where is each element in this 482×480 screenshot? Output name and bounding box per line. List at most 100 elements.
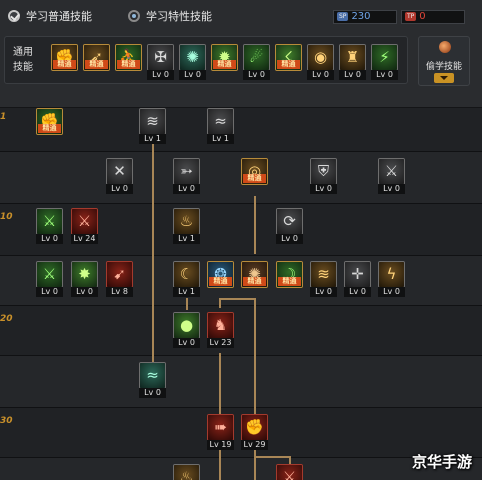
skill-level: Lv 0 — [243, 70, 270, 80]
tab-learn-normal-skills[interactable]: 学习普通技能 — [8, 9, 92, 25]
skill-slot[interactable]: ✠ Lv 0 — [147, 44, 174, 80]
wave-slash-icon[interactable]: ≈ — [207, 108, 234, 135]
skill-slot[interactable]: ✹ 精通 — [211, 44, 238, 79]
warrior-icon[interactable]: ♜ — [339, 44, 366, 71]
skill-slot[interactable]: ✊ 精通 — [36, 108, 63, 143]
skill-slot[interactable]: ☄ Lv 0 — [243, 44, 270, 80]
tab-learn-trait-skills[interactable]: 学习特性技能 — [128, 9, 212, 25]
pierce-icon[interactable]: ➳ — [173, 158, 200, 185]
strike-icon[interactable]: ☇ 精通 — [275, 44, 302, 71]
skill-slot[interactable]: ♞ Lv 23 — [207, 312, 234, 348]
skill-slot[interactable]: ϟ Lv 0 — [378, 261, 405, 297]
skill-glyph: ♞ — [208, 313, 233, 338]
skill-level: Lv 29 — [241, 440, 268, 450]
green-sword-icon[interactable]: ⚔ — [36, 208, 63, 235]
skill-glyph: ϟ — [379, 262, 404, 287]
skill-slot[interactable]: ➹ Lv 8 — [106, 261, 133, 297]
green-blade-icon[interactable]: ⚔ — [36, 261, 63, 288]
moon-slash-icon[interactable]: ☾ — [173, 261, 200, 288]
skill-slot[interactable]: ♨ — [173, 464, 200, 480]
skill-slot[interactable]: ♜ Lv 0 — [339, 44, 366, 80]
flame-icon[interactable]: ♨ — [173, 464, 200, 480]
skill-slot[interactable]: ⚔ Lv 0 — [36, 261, 63, 297]
skill-slot[interactable]: ☇ 精通 — [275, 44, 302, 79]
muscle-icon[interactable]: ✊ 精通 — [51, 44, 78, 71]
row-divider — [0, 355, 482, 356]
wings-icon[interactable]: ✠ — [147, 44, 174, 71]
claw-slash-icon[interactable]: ≋ — [139, 108, 166, 135]
thunder-icon[interactable]: ϟ — [378, 261, 405, 288]
leap-icon[interactable]: ☄ — [243, 44, 270, 71]
dash-icon[interactable]: ➶ 精通 — [83, 44, 110, 71]
red-lance-icon[interactable]: ➹ — [106, 261, 133, 288]
dropdown-arrow-icon[interactable] — [434, 73, 454, 83]
skill-level: Lv 0 — [36, 234, 63, 244]
ring-icon[interactable]: ◉ — [307, 44, 334, 71]
skill-slot[interactable]: ♨ Lv 1 — [173, 208, 200, 244]
skill-window-header: 学习普通技能 学习特性技能 SP 230 TP 0 通用技能 ✊ 精通 ➶ 精通 ⛹ 精通 ✠ L… — [0, 0, 482, 108]
skill-slot[interactable]: ✛ Lv 0 — [344, 261, 371, 297]
flame-burst-icon[interactable]: ♨ — [173, 208, 200, 235]
crescent-icon[interactable]: ☽ 精通 — [276, 261, 303, 288]
fire-fist-icon[interactable]: ✊ — [241, 414, 268, 441]
skill-slot[interactable]: ⛹ 精通 — [115, 44, 142, 79]
skill-slot[interactable]: ≈ Lv 1 — [207, 108, 234, 144]
steal-skills-button[interactable]: 偷学技能 — [418, 36, 470, 86]
green-spark-icon[interactable]: ✸ — [71, 261, 98, 288]
guard-icon[interactable]: ⛨ — [310, 158, 337, 185]
skill-slot[interactable]: ≋ Lv 0 — [310, 261, 337, 297]
skill-slot[interactable]: ◉ Lv 0 — [307, 44, 334, 80]
fire-dash-icon[interactable]: ➠ — [207, 414, 234, 441]
shield-bash-icon[interactable]: ✊ 精通 — [36, 108, 63, 135]
skill-slot[interactable]: ✊ Lv 29 — [241, 414, 268, 450]
red-sword-icon[interactable]: ⚔ — [71, 208, 98, 235]
tree-row — [0, 305, 482, 355]
green-orb-icon[interactable]: ● — [173, 312, 200, 339]
star-burst-icon[interactable]: ✹ 精通 — [211, 44, 238, 71]
skill-slot[interactable]: ● Lv 0 — [173, 312, 200, 348]
berserker-icon[interactable]: ♞ — [207, 312, 234, 339]
cross-blade-icon[interactable]: ✛ — [344, 261, 371, 288]
green-whirl-icon[interactable]: ≈ — [139, 362, 166, 389]
whirl-icon[interactable]: ◎ 精通 — [241, 158, 268, 185]
jump-icon[interactable]: ⚡ — [371, 44, 398, 71]
skill-glyph: ≈ — [208, 109, 233, 134]
skill-slot[interactable]: ✊ 精通 — [51, 44, 78, 79]
compass-icon[interactable]: ✺ — [179, 44, 206, 71]
skill-level: Lv 1 — [139, 134, 166, 144]
skill-slot[interactable]: ✕ Lv 0 — [106, 158, 133, 194]
skill-glyph: ⚔ — [72, 209, 97, 234]
spiral-icon[interactable]: ⟳ — [276, 208, 303, 235]
skill-slot[interactable]: ≈ Lv 0 — [139, 362, 166, 398]
skill-slot[interactable]: ⛨ Lv 0 — [310, 158, 337, 194]
skill-slot[interactable]: ⟳ Lv 0 — [276, 208, 303, 244]
blue-aura-icon[interactable]: ❂ 精通 — [207, 261, 234, 288]
skill-slot[interactable]: ⚡ Lv 0 — [371, 44, 398, 80]
skill-slot[interactable]: ✸ Lv 0 — [71, 261, 98, 297]
skill-slot[interactable]: ◎ 精通 — [241, 158, 268, 193]
skill-slot[interactable]: ⚔ — [276, 464, 303, 480]
skill-slot[interactable]: ➠ Lv 19 — [207, 414, 234, 450]
mastered-badge: 精通 — [209, 277, 232, 286]
skill-slot[interactable]: ≋ Lv 1 — [139, 108, 166, 144]
skill-slot[interactable]: ➳ Lv 0 — [173, 158, 200, 194]
skill-slot[interactable]: ⚔ Lv 0 — [378, 158, 405, 194]
skill-connector — [152, 144, 154, 364]
triple-blade-icon[interactable]: ⚔ — [378, 158, 405, 185]
twin-blade-icon[interactable]: ✕ — [106, 158, 133, 185]
skill-slot[interactable]: ⚔ Lv 24 — [71, 208, 98, 244]
red-claw-icon[interactable]: ⚔ — [276, 464, 303, 480]
skill-slot[interactable]: ⚔ Lv 0 — [36, 208, 63, 244]
skill-slot[interactable]: ❂ 精通 — [207, 261, 234, 296]
skill-slot[interactable]: ✺ 精通 — [241, 261, 268, 296]
skill-slot[interactable]: ☽ 精通 — [276, 261, 303, 296]
skill-slot[interactable]: ➶ 精通 — [83, 44, 110, 79]
mastered-badge: 精通 — [85, 60, 108, 69]
skill-slot[interactable]: ✺ Lv 0 — [179, 44, 206, 80]
mastered-badge: 精通 — [243, 174, 266, 183]
cyclone-icon[interactable]: ≋ — [310, 261, 337, 288]
runner-icon[interactable]: ⛹ 精通 — [115, 44, 142, 71]
storm-icon[interactable]: ✺ 精通 — [241, 261, 268, 288]
skill-slot[interactable]: ☾ Lv 1 — [173, 261, 200, 297]
skill-glyph: ⚔ — [379, 159, 404, 184]
